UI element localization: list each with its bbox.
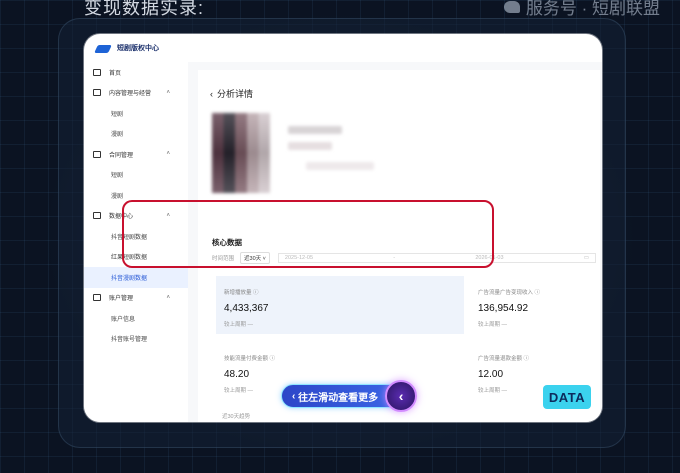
sidebar-item-label: 漫剧 (111, 193, 124, 200)
highlight-outline (122, 200, 494, 268)
back-button[interactable]: ‹ 分析详情 (210, 87, 253, 100)
metric-card-ad-revenue: 广告流量广告变现收入 ⓘ 136,954.92 较上周期 — (468, 276, 586, 334)
metric-value: 48.20 (224, 369, 250, 380)
sidebar-item-0[interactable]: 首页 (84, 62, 188, 83)
sidebar-item-1[interactable]: 内容管理与经营 ˄ (84, 83, 188, 104)
menu-section-icon (93, 89, 101, 97)
menu-section-icon (93, 212, 101, 220)
sidebar-item-12[interactable]: 账户信息 (84, 308, 188, 329)
sidebar-item-3[interactable]: 漫剧 (84, 124, 188, 145)
swipe-arrow-button[interactable]: ‹ (385, 380, 418, 412)
metric-compare: 较上周期 — (224, 322, 254, 328)
metric-label: 新增播放量 ⓘ (224, 290, 259, 296)
sidebar-item-label: 合同管理 (109, 152, 134, 159)
sidebar-item-label: 漫剧 (111, 132, 124, 139)
metric-label: 广告流量广告变现收入 ⓘ (478, 290, 541, 296)
blurred-title (288, 126, 342, 134)
logo-icon (96, 43, 114, 53)
blurred-cover-image (212, 113, 270, 193)
chat-icon (503, 0, 520, 13)
brand-tag: 服务号 · 短剧联盟 (503, 0, 660, 19)
swipe-hint-pill: ‹ 往左滑动查看更多 (281, 384, 402, 408)
blurred-meta (306, 162, 374, 170)
swipe-hint[interactable]: ‹ 往左滑动查看更多 ‹ (281, 380, 418, 412)
sidebar-item-2[interactable]: 短剧 (84, 103, 188, 124)
brand-tag-text: 服务号 · 短剧联盟 (525, 0, 660, 18)
sidebar-item-label: 内容管理与经营 (109, 91, 152, 98)
chevron-left-icon: ‹ (210, 88, 213, 99)
trend-label: 近30天趋势 (222, 414, 251, 420)
sidebar-item-label: 短剧 (111, 111, 124, 118)
chevron-left-icon: ‹ (398, 388, 404, 404)
calendar-icon: ▭ (583, 255, 589, 261)
sidebar-item-label: 账户信息 (111, 316, 136, 323)
sidebar-item-5[interactable]: 短剧 (84, 165, 188, 186)
app-header: 短剧版权中心 (84, 34, 602, 62)
sidebar-item-13[interactable]: 抖音账号管理 (84, 329, 188, 350)
metric-card-plays: 新增播放量 ⓘ 4,433,367 较上周期 — (216, 276, 464, 334)
back-label: 分析详情 (217, 89, 254, 99)
sidebar-item-label: 抖音漫剧数据 (111, 275, 148, 282)
sidebar-item-11[interactable]: 账户管理 ˄ (84, 288, 188, 309)
swipe-hint-text: 往左滑动查看更多 (298, 392, 379, 404)
page-heading: 变现数据实录: (84, 0, 205, 18)
data-badge: DATA (543, 385, 591, 409)
sidebar-item-10[interactable]: 抖音漫剧数据 (84, 267, 188, 288)
blurred-subtitle (288, 142, 332, 150)
chevron-up-icon: ˄ (166, 151, 170, 158)
metric-value: 12.00 (478, 369, 504, 380)
chevron-up-icon: ˄ (166, 89, 170, 96)
menu-section-icon (93, 150, 101, 158)
metric-label: 广告流量退款金额 ⓘ (478, 356, 530, 362)
sidebar-item-label: 首页 (109, 70, 122, 77)
sidebar-item-label: 账户管理 (109, 296, 134, 303)
menu-section-icon (93, 294, 101, 302)
sidebar-item-4[interactable]: 合同管理 ˄ (84, 144, 188, 165)
metric-value: 4,433,367 (224, 303, 269, 314)
sidebar-item-label: 抖音账号管理 (111, 337, 148, 344)
menu-section-icon (93, 68, 101, 76)
app-logo-text: 短剧版权中心 (117, 45, 159, 52)
metric-compare: 较上周期 — (478, 322, 508, 328)
sidebar-item-label: 短剧 (111, 173, 124, 180)
chevron-up-icon: ˄ (166, 294, 170, 301)
metric-label: 技能流量付费金额 ⓘ (224, 356, 276, 362)
metric-value: 136,954.92 (478, 303, 529, 314)
